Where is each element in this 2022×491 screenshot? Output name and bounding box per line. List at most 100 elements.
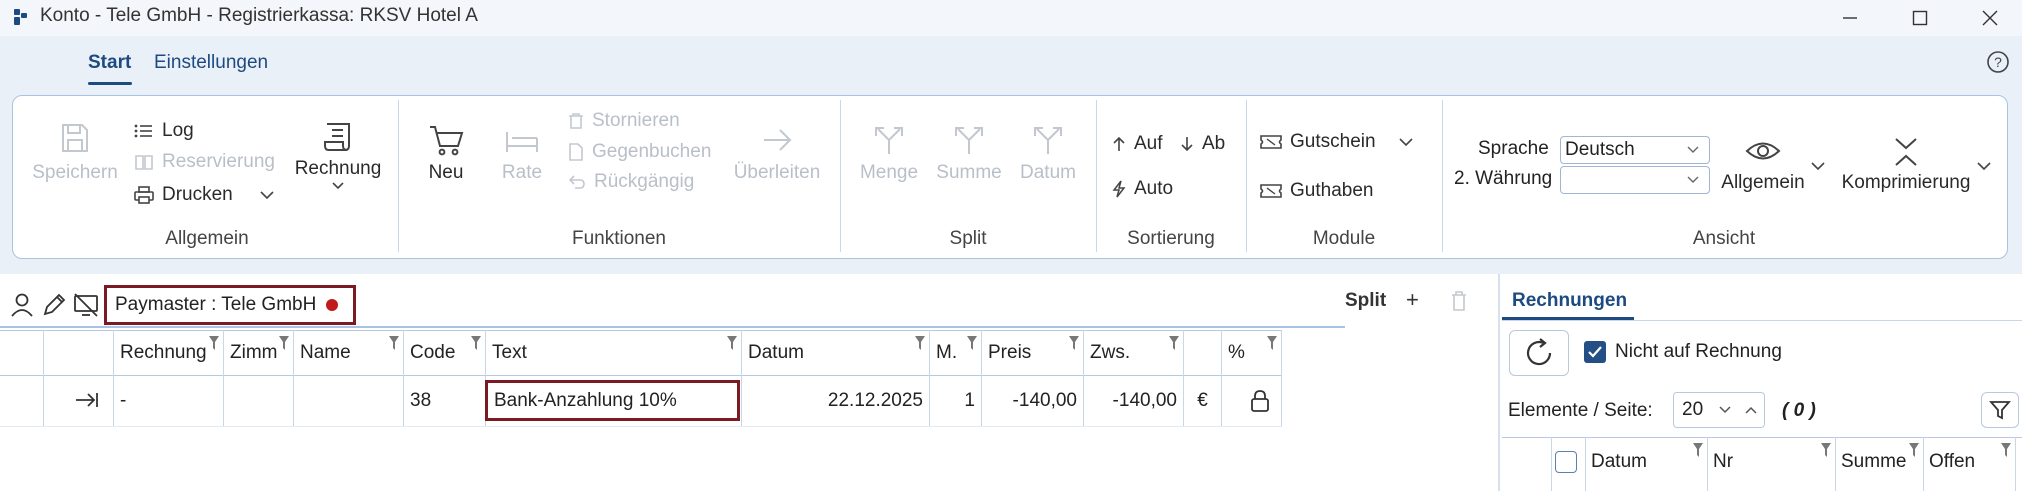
trash-icon[interactable] <box>1450 290 1468 312</box>
sort-auf-button[interactable]: Auf <box>1112 133 1163 155</box>
tab-start[interactable]: Start <box>88 52 131 74</box>
waehrung-select[interactable] <box>1560 166 1710 194</box>
add-button[interactable]: + <box>1406 287 1419 313</box>
pencil-icon[interactable] <box>42 292 66 318</box>
cell-code[interactable]: 38 <box>404 376 486 426</box>
maximize-button[interactable] <box>1890 0 1950 36</box>
auto-label: Auto <box>1134 178 1174 199</box>
col-header-name[interactable]: Name <box>294 330 404 376</box>
cell-menge[interactable]: 1 <box>930 376 982 426</box>
paymaster-badge[interactable]: Paymaster : Tele GmbH <box>104 285 356 325</box>
rechnung-button[interactable]: Rechnung <box>290 120 386 192</box>
select-all-checkbox[interactable] <box>1555 451 1577 473</box>
user-icon[interactable] <box>10 292 34 318</box>
chevron-down-icon[interactable] <box>1976 160 1992 172</box>
col-header-code[interactable]: Code <box>404 330 486 376</box>
filter-icon[interactable] <box>1169 336 1179 350</box>
nicht-auf-rechnung-label: Nicht auf Rechnung <box>1615 341 1782 362</box>
col-header-percent[interactable]: % <box>1222 330 1282 376</box>
rueckgaengig-button[interactable]: Rückgängig <box>568 171 694 193</box>
filter-icon[interactable] <box>1909 443 1919 457</box>
eye-icon <box>1745 142 1781 160</box>
gutschein-button[interactable]: Gutschein <box>1260 131 1414 153</box>
filter-icon[interactable] <box>209 336 219 350</box>
close-button[interactable] <box>1960 0 2020 36</box>
cell-preis[interactable]: -140,00 <box>982 376 1084 426</box>
cell-name[interactable] <box>294 376 404 426</box>
neu-button[interactable]: Neu <box>418 124 474 184</box>
page-size-stepper[interactable]: 20 <box>1673 392 1765 428</box>
rate-button[interactable]: Rate <box>498 124 546 184</box>
col-header-menge[interactable]: M. <box>930 330 982 376</box>
filter-icon[interactable] <box>1069 336 1079 350</box>
reservierung-button[interactable]: Reservierung <box>134 151 275 173</box>
speichern-button[interactable]: Speichern <box>30 122 120 184</box>
cell-datum[interactable]: 22.12.2025 <box>742 376 930 426</box>
invoice-col-nr[interactable]: Nr <box>1708 437 1836 491</box>
bed-icon <box>506 132 538 152</box>
chevron-down-icon <box>1687 146 1699 153</box>
col-header-preis[interactable]: Preis <box>982 330 1084 376</box>
row-transfer-cell[interactable] <box>44 376 114 426</box>
filter-icon[interactable] <box>2001 443 2011 457</box>
filter-icon[interactable] <box>727 336 737 350</box>
group-label-ansicht: Ansicht <box>1692 228 1756 249</box>
refresh-button[interactable] <box>1509 330 1569 376</box>
nicht-auf-rechnung-checkbox[interactable] <box>1584 341 1606 363</box>
chevron-down-icon[interactable] <box>1810 160 1826 172</box>
sort-ab-button[interactable]: Ab <box>1180 133 1225 155</box>
sort-auto-button[interactable]: Auto <box>1112 178 1173 200</box>
split-datum-button[interactable]: Datum <box>1014 124 1082 184</box>
filter-icon[interactable] <box>1693 443 1703 457</box>
split-tab[interactable]: Split <box>1345 290 1386 312</box>
allgemein-view-button[interactable]: Allgemein <box>1716 136 1810 194</box>
elements-per-page-label: Elemente / Seite: <box>1508 400 1653 421</box>
minimize-icon <box>1843 17 1857 19</box>
log-button[interactable]: Log <box>134 120 194 142</box>
ueberleiten-button[interactable]: Überleiten <box>730 124 824 184</box>
komprimierung-button[interactable]: Komprimierung <box>1836 136 1976 194</box>
stornieren-button[interactable]: Stornieren <box>568 110 680 132</box>
filter-icon[interactable] <box>471 336 481 350</box>
filter-icon[interactable] <box>915 336 925 350</box>
menu-bar <box>0 36 2022 92</box>
col-header-zimmer[interactable]: Zimm <box>224 330 294 376</box>
invoice-col-offen[interactable]: Offen <box>1924 437 2016 491</box>
guthaben-button[interactable]: Guthaben <box>1260 180 1373 202</box>
invoice-col-datum[interactable]: Datum <box>1586 437 1708 491</box>
col-header-rechnung[interactable]: Rechnung <box>114 330 224 376</box>
filter-icon[interactable] <box>1821 443 1831 457</box>
split-menge-button[interactable]: Menge <box>854 124 924 184</box>
invoice-col-summe[interactable]: Summe <box>1836 437 1924 491</box>
help-icon[interactable]: ? <box>1986 50 2010 74</box>
cell-rechnung[interactable]: - <box>114 376 224 426</box>
col-header-text[interactable]: Text <box>486 330 742 376</box>
tab-einstellungen[interactable]: Einstellungen <box>154 52 268 74</box>
cell-zimmer[interactable] <box>224 376 294 426</box>
cell-zws[interactable]: -140,00 <box>1084 376 1184 426</box>
sprache-label: Sprache <box>1478 138 1549 159</box>
filter-icon[interactable] <box>967 336 977 350</box>
screen-off-icon[interactable] <box>73 292 99 318</box>
gegenbuchen-button[interactable]: Gegenbuchen <box>568 141 711 163</box>
sprache-select[interactable]: Deutsch <box>1560 136 1710 164</box>
filter-icon[interactable] <box>1267 336 1277 350</box>
panel-splitter[interactable] <box>1498 274 1500 491</box>
col-header-zws[interactable]: Zws. <box>1084 330 1184 376</box>
split-summe-button[interactable]: Summe <box>934 124 1004 184</box>
filter-icon[interactable] <box>389 336 399 350</box>
minimize-button[interactable] <box>1820 0 1880 36</box>
chevron-down-icon[interactable] <box>1718 405 1732 415</box>
filter-button[interactable] <box>1981 392 2019 428</box>
chevron-down-icon <box>332 182 344 190</box>
lock-icon <box>1251 390 1269 412</box>
col-header-datum[interactable]: Datum <box>742 330 930 376</box>
paymaster-label: Paymaster : Tele GmbH <box>115 294 317 315</box>
drucken-button[interactable]: Drucken <box>134 184 275 206</box>
chevron-up-icon[interactable] <box>1744 405 1758 415</box>
tab-rechnungen[interactable]: Rechnungen <box>1512 290 1627 312</box>
cell-lock[interactable] <box>1222 376 1282 426</box>
lightning-icon <box>1112 180 1126 198</box>
filter-icon[interactable] <box>279 336 289 350</box>
invoice-select-all[interactable] <box>1552 437 1586 491</box>
